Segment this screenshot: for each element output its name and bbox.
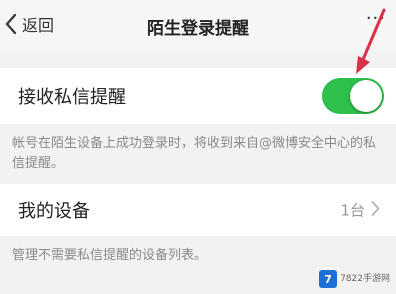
my-devices-description: 管理不需要私信提醒的设备列表。	[12, 248, 208, 263]
my-devices-row[interactable]: 我的设备 1台	[0, 184, 396, 236]
chevron-right-icon	[371, 200, 380, 220]
toggle-knob	[350, 80, 382, 112]
watermark-text: 7822手游网	[340, 274, 390, 284]
private-message-reminder-label: 接收私信提醒	[18, 87, 126, 108]
my-devices-label: 我的设备	[18, 201, 90, 222]
device-count: 1台	[340, 201, 365, 220]
navigation-bar: 返回 陌生登录提醒 ···	[0, 0, 396, 50]
site-watermark: 7 7822手游网	[319, 270, 390, 288]
page-title: 陌生登录提醒	[147, 19, 249, 39]
more-dots-icon[interactable]: ···	[366, 8, 386, 29]
private-message-reminder-description: 帐号在陌生设备上成功登录时，将收到来自@微博安全中心的私信提醒。	[12, 136, 377, 171]
private-message-reminder-row: 接收私信提醒	[0, 68, 396, 124]
private-message-reminder-toggle[interactable]	[322, 78, 384, 114]
my-devices-value[interactable]: 1台	[340, 200, 380, 221]
watermark-logo: 7	[319, 270, 338, 288]
